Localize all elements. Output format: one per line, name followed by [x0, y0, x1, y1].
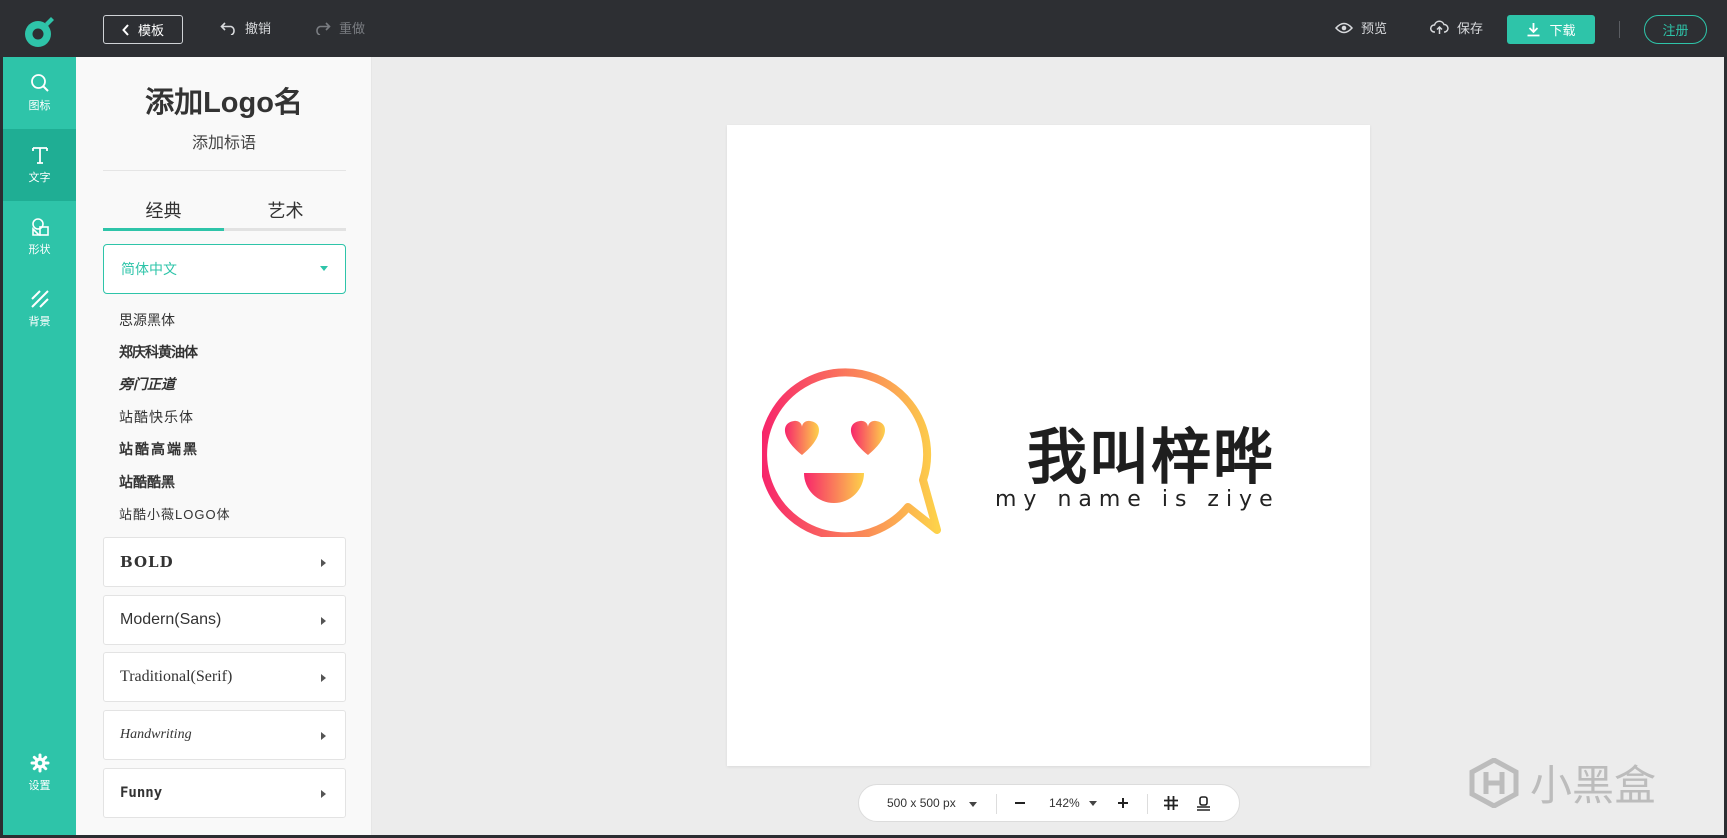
- category-label: Handwriting: [120, 727, 192, 742]
- download-button[interactable]: 下载: [1507, 15, 1595, 44]
- text-icon: [31, 147, 48, 164]
- category-modern-sans[interactable]: Modern(Sans): [103, 595, 346, 645]
- chat-bubble-emoji-icon[interactable]: [762, 357, 942, 537]
- rail-item-label: 背景: [28, 316, 51, 328]
- caret-down-icon: [969, 802, 977, 807]
- font-style-tabs: 经典 艺术: [103, 197, 346, 231]
- category-funny[interactable]: Funny: [103, 768, 346, 818]
- language-select-value: 简体中文: [121, 261, 177, 277]
- redo-label: 重做: [339, 21, 366, 36]
- rail-item-label: 设置: [28, 780, 51, 792]
- category-handwriting[interactable]: Handwriting: [103, 710, 346, 760]
- canvas-size-select[interactable]: 500 x 500 px: [887, 796, 956, 810]
- font-item[interactable]: 郑庆科黄油体: [119, 342, 198, 362]
- text-panel: 添加Logo名 添加标语 经典 艺术 简体中文 思源黑体 郑庆科黄油体 旁门正道…: [76, 57, 372, 835]
- top-bar: 模板 撤销 重做 预览 保存 下载 注册: [0, 0, 1727, 57]
- rail-item-background[interactable]: 背景: [3, 273, 76, 345]
- redo-button[interactable]: 重做: [314, 18, 365, 37]
- rail-item-label: 图标: [28, 100, 51, 112]
- chevron-left-icon: [122, 23, 129, 36]
- font-item[interactable]: 站酷小薇LOGO体: [119, 504, 231, 523]
- language-select[interactable]: 简体中文: [103, 244, 346, 294]
- minus-icon: [1015, 802, 1025, 804]
- caret-right-icon: [321, 790, 326, 798]
- rail-item-label: 形状: [28, 244, 51, 256]
- shapes-icon: [31, 218, 49, 236]
- eye-icon: [1335, 22, 1353, 33]
- search-icon: [30, 74, 49, 92]
- caret-down-icon: [320, 266, 328, 271]
- rail-item-label: 文字: [28, 172, 51, 184]
- rail-item-shapes[interactable]: 形状: [3, 201, 76, 273]
- undo-button[interactable]: 撤销: [220, 18, 271, 37]
- watermark: 小黑盒: [1468, 752, 1656, 813]
- caret-right-icon: [321, 732, 326, 740]
- font-item[interactable]: 站酷酷黑: [119, 472, 175, 492]
- zoom-in-button[interactable]: [1113, 793, 1133, 813]
- zoom-level-select[interactable]: 142%: [1049, 796, 1080, 810]
- gear-icon: [30, 753, 49, 773]
- rail-item-text[interactable]: 文字: [3, 129, 76, 201]
- font-item[interactable]: 旁门正道: [119, 374, 175, 394]
- caret-right-icon: [321, 674, 326, 682]
- watermark-text: 小黑盒: [1530, 761, 1657, 810]
- preview-button[interactable]: 预览: [1335, 18, 1387, 37]
- add-slogan-button[interactable]: 添加标语: [76, 129, 372, 153]
- caret-down-icon: [1089, 801, 1097, 806]
- add-logo-name-button[interactable]: 添加Logo名: [76, 79, 372, 121]
- logo-slogan-text[interactable]: my name is ziye: [995, 487, 1280, 512]
- tab-classic[interactable]: 经典: [103, 197, 224, 231]
- font-item[interactable]: 思源黑体: [119, 310, 175, 330]
- panel-divider: [103, 170, 346, 171]
- grid-icon: [1164, 796, 1178, 810]
- category-label: Traditional(Serif): [120, 668, 233, 685]
- align-bottom-icon: [1196, 795, 1210, 811]
- toolbar-divider: [996, 794, 997, 814]
- toolbar-divider: [1147, 794, 1148, 814]
- undo-icon: [220, 21, 235, 35]
- register-button[interactable]: 注册: [1644, 15, 1707, 44]
- redo-icon: [316, 21, 331, 35]
- download-icon: [1527, 23, 1540, 37]
- plus-icon: [1118, 798, 1128, 808]
- category-label: Funny: [120, 785, 163, 801]
- align-button[interactable]: [1193, 793, 1213, 813]
- rail-item-icons[interactable]: 图标: [3, 57, 76, 129]
- background-icon: [30, 290, 49, 308]
- app-logo-icon[interactable]: [22, 14, 58, 50]
- category-bold[interactable]: BOLD: [103, 537, 346, 587]
- category-label: Modern(Sans): [120, 611, 222, 628]
- zoom-out-button[interactable]: [1010, 793, 1030, 813]
- category-label: BOLD: [120, 553, 174, 571]
- cloud-upload-icon: [1430, 20, 1449, 34]
- font-item[interactable]: 站酷高端黑: [119, 439, 199, 459]
- left-rail: 图标 文字 形状 背景 设置: [3, 57, 76, 835]
- logo-name-text[interactable]: 我叫梓晔: [1027, 409, 1275, 496]
- canvas-toolbar: 500 x 500 px 142%: [858, 784, 1240, 822]
- template-label: 模板: [137, 23, 164, 38]
- font-item[interactable]: 站酷快乐体: [119, 407, 194, 427]
- preview-label: 预览: [1361, 21, 1388, 36]
- rail-item-settings[interactable]: 设置: [3, 737, 76, 809]
- save-button[interactable]: 保存: [1430, 18, 1483, 37]
- back-to-templates-button[interactable]: 模板: [103, 15, 183, 44]
- category-traditional-serif[interactable]: Traditional(Serif): [103, 652, 346, 702]
- undo-label: 撤销: [245, 21, 272, 36]
- download-label: 下载: [1549, 23, 1576, 38]
- grid-toggle-button[interactable]: [1161, 793, 1181, 813]
- logo-artboard[interactable]: 我叫梓晔 my name is ziye: [727, 125, 1370, 766]
- tab-art[interactable]: 艺术: [225, 197, 346, 228]
- caret-right-icon: [321, 617, 326, 625]
- save-label: 保存: [1457, 21, 1484, 36]
- xiaoheihe-logo-icon: [1469, 757, 1519, 808]
- toolbar-divider: [1619, 21, 1620, 38]
- caret-right-icon: [321, 559, 326, 567]
